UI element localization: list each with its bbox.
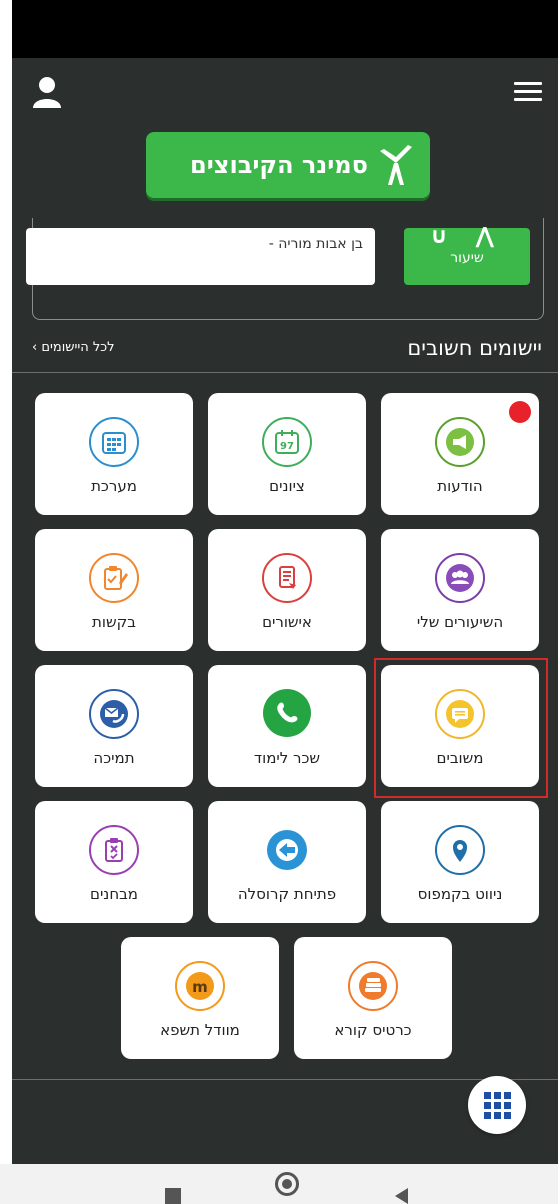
svg-text:97: 97 [280,441,294,452]
tile-schedule[interactable]: מערכת [35,393,193,515]
schedule-icon [89,417,139,467]
tile-label: אישורים [262,613,312,631]
logo-mark-icon [380,145,412,185]
notification-badge [509,401,531,423]
tile-announcements[interactable]: הודעות [381,393,539,515]
tile-open-carousel[interactable]: פתיחת קרוסלה [208,801,366,923]
clipboard-edit-icon [89,553,139,603]
lesson-button-label: שיעור [450,250,484,266]
tile-requests[interactable]: בקשות [35,529,193,651]
tile-reader-card[interactable]: כרטיס קורא [294,937,452,1059]
whatsapp-icon [259,685,315,741]
lesson-button[interactable]: ∪ ⋀ שיעור [404,224,530,285]
status-bar [12,0,558,58]
lesson-button-glyph: ∪ ⋀ [429,224,505,249]
apps-grid-button[interactable] [468,1076,526,1134]
grid-icon [483,1091,511,1119]
svg-text:m: m [192,978,208,996]
tile-label: מערכת [91,477,137,495]
user-icon[interactable] [32,76,62,108]
document-icon [262,553,312,603]
seminar-logo: סמינר הקיבוצים [146,132,430,198]
tile-label: הודעות [437,477,483,495]
tile-campus-navigation[interactable]: ניווט בקמפוס [381,801,539,923]
support-mail-icon [89,689,139,739]
tile-label: כרטיס קורא [334,1021,412,1039]
tile-label: ניווט בקמפוס [417,885,503,903]
android-nav-bar [0,1164,558,1204]
top-bar [12,58,558,128]
books-icon [348,961,398,1011]
tile-my-lessons[interactable]: השיעורים שלי [381,529,539,651]
carousel-arrow-icon [262,825,312,875]
recents-button[interactable] [165,1188,181,1204]
tile-label: תמיכה [93,749,135,767]
exam-clipboard-icon [89,825,139,875]
apps-section-title: יישומים חשובים [407,336,542,360]
tile-label: שכר לימוד [253,749,321,767]
tile-moodle[interactable]: m מוודל תשפא [121,937,279,1059]
home-button[interactable] [275,1172,299,1196]
moodle-icon: m [175,961,225,1011]
tile-tuition[interactable]: שכר לימוד [208,665,366,787]
tile-approvals[interactable]: אישורים [208,529,366,651]
tile-label: ציונים [269,477,305,495]
map-pin-icon [435,825,485,875]
back-button[interactable] [395,1188,408,1204]
lesson-teacher-text: בן אבות מוריה - [26,228,375,285]
logo-text: סמינר הקיבוצים [190,151,368,179]
hamburger-menu-icon[interactable] [514,82,542,102]
megaphone-icon [435,417,485,467]
tile-grades[interactable]: 97 ציונים [208,393,366,515]
app-screen: סמינר הקיבוצים בן אבות מוריה - ∪ ⋀ שיעור… [12,58,558,1164]
selection-highlight [374,658,548,798]
tile-label: השיעורים שלי [416,613,504,631]
tile-label: פתיחת קרוסלה [237,885,337,903]
tile-label: בקשות [92,613,136,631]
calendar-97-icon: 97 [262,417,312,467]
tile-label: מבחנים [90,885,138,903]
tile-support[interactable]: תמיכה [35,665,193,787]
group-icon [435,553,485,603]
tile-exams[interactable]: מבחנים [35,801,193,923]
all-apps-link[interactable]: לכל היישומים › [32,340,115,355]
tile-label: מוודל תשפא [160,1021,240,1039]
phone-screen: סמינר הקיבוצים בן אבות מוריה - ∪ ⋀ שיעור… [0,0,558,1204]
apps-header: יישומים חשובים לכל היישומים › [12,328,558,372]
